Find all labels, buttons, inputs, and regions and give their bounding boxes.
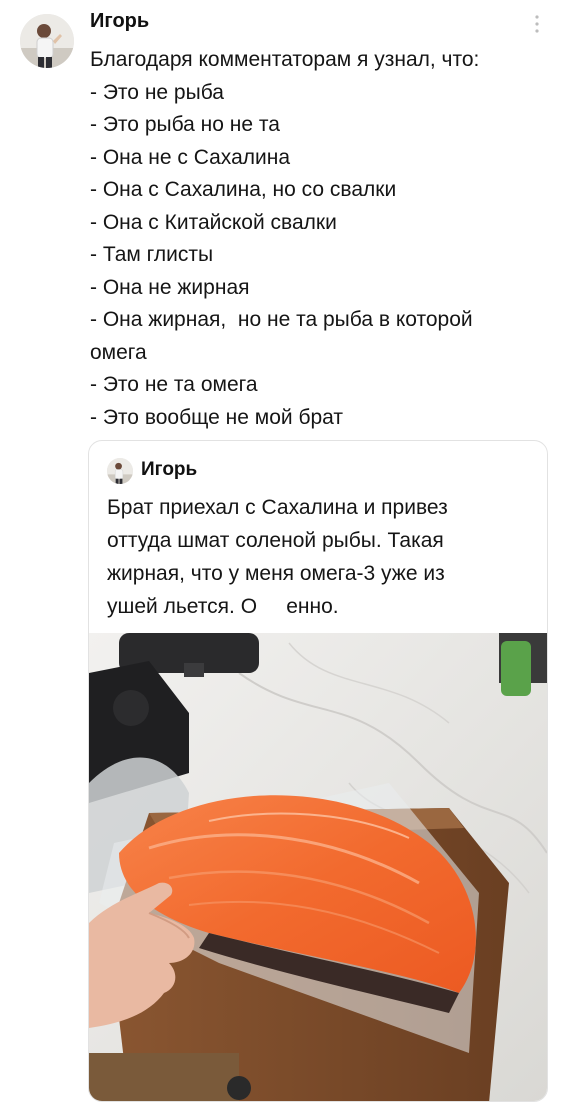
quoted-line: оттуда шмат соленой рыбы. Такая	[107, 529, 444, 552]
author-avatar[interactable]	[20, 14, 74, 68]
post-line: - Она с Сахалина, но со свалки	[90, 178, 397, 201]
post-line: - Она жирная, но не та рыба в которой	[90, 308, 473, 331]
post-line: - Это вообще не мой брат	[90, 405, 344, 429]
post-line: - Там глисты	[90, 243, 214, 266]
post-line: - Она не с Сахалина	[90, 145, 291, 169]
quoted-post[interactable]: Игорь Брат приехал с Сахалина и привез о…	[88, 440, 548, 1102]
quoted-line: жирная, что у меня омега-3 уже из	[107, 562, 445, 585]
quoted-author-avatar[interactable]	[107, 458, 133, 484]
post-photo[interactable]	[89, 633, 547, 1102]
post-line: - Это рыба но не та	[90, 113, 280, 136]
quoted-post-text: Брат приехал с Сахалина и привез оттуда …	[107, 491, 527, 623]
post-line: - Это не рыба	[90, 80, 224, 104]
post-line: - Это не та омега	[90, 373, 258, 396]
post-line: - Она не жирная	[90, 275, 250, 299]
author-name[interactable]: Игорь	[90, 10, 149, 33]
quoted-line: ушей льется. О енно.	[107, 595, 339, 618]
quoted-author-name[interactable]: Игорь	[141, 459, 197, 481]
quoted-line: Брат приехал с Сахалина и привез	[107, 496, 448, 519]
post-line: омега	[90, 340, 147, 364]
post-line: Благодаря комментаторам я узнал, что:	[90, 48, 480, 71]
person-photo-icon	[20, 14, 74, 68]
vertical-ellipsis-icon[interactable]	[530, 12, 544, 38]
person-photo-icon	[107, 458, 133, 484]
post-text: Благодаря комментаторам я узнал, что: - …	[90, 44, 552, 434]
post-line: - Она с Китайской свалки	[90, 210, 337, 234]
thread-post: Игорь Благодаря комментаторам я узнал, ч…	[0, 0, 564, 1102]
